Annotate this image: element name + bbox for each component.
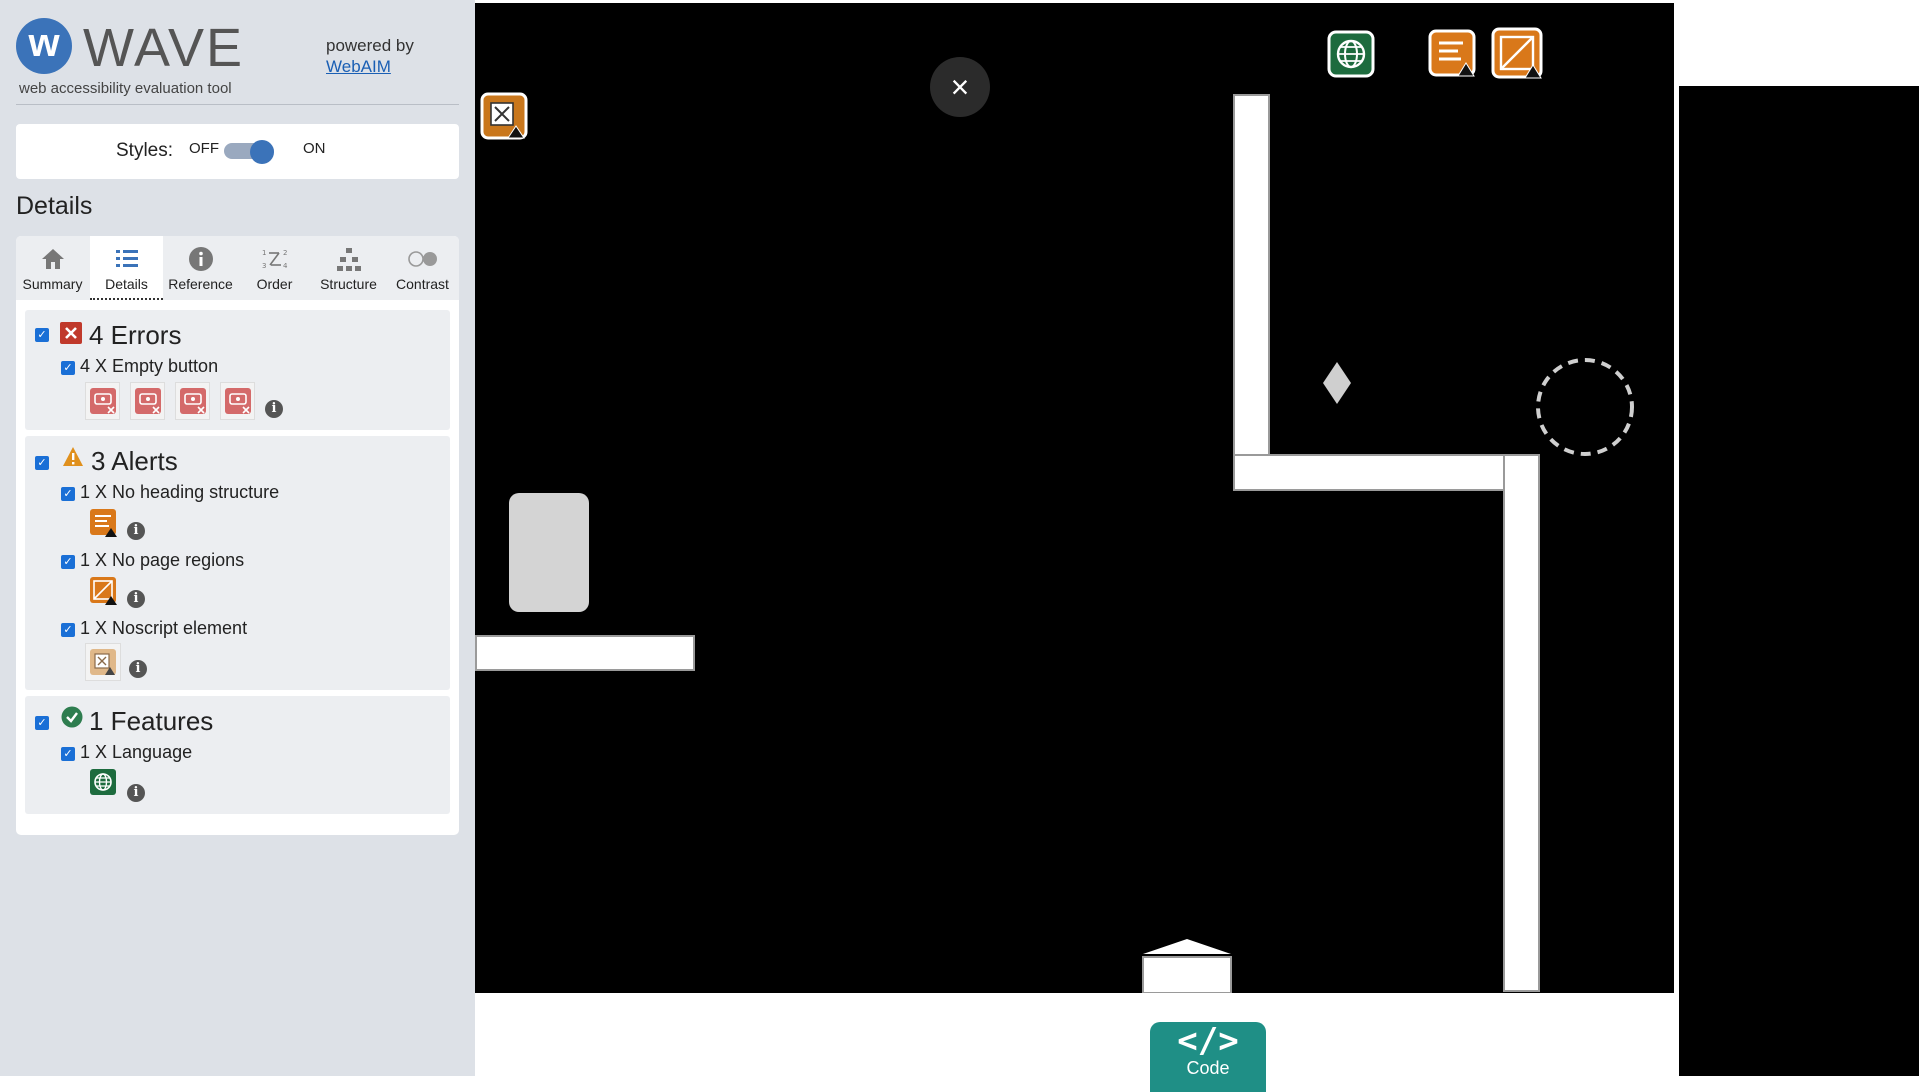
- contrast-icon: [407, 251, 437, 267]
- divider: [16, 104, 459, 105]
- no-heading-alert-icon[interactable]: [89, 508, 119, 538]
- horizontal-ledge: [1233, 454, 1506, 491]
- alerts-title: 3 Alerts: [91, 446, 178, 476]
- right-pillar: [1503, 454, 1540, 992]
- features-title: 1 Features: [89, 706, 214, 736]
- toggle-knob: [250, 140, 274, 164]
- empty-button-instance[interactable]: [85, 382, 120, 420]
- wave-logo-letter: w: [28, 21, 60, 65]
- code-icon: </>: [1177, 1021, 1239, 1061]
- regions-alert-marker-icon[interactable]: [1491, 27, 1545, 81]
- info-icon[interactable]: i: [265, 400, 283, 418]
- errors-checkbox[interactable]: ✓: [35, 328, 49, 342]
- language-marker-icon[interactable]: [1327, 30, 1375, 78]
- info-icon[interactable]: i: [127, 590, 145, 608]
- wave-logo-text: WAVE: [83, 18, 245, 78]
- tab-label: Reference: [168, 276, 233, 292]
- game-canvas[interactable]: ×: [475, 3, 1674, 993]
- info-icon[interactable]: i: [127, 784, 145, 802]
- errors-title: 4 Errors: [89, 320, 182, 350]
- list-icon: [115, 250, 138, 267]
- order-icon: 1 2 3 4: [262, 249, 288, 270]
- language-feature-icon[interactable]: [89, 768, 117, 796]
- styles-toggle-box: Styles: OFF ON: [16, 124, 459, 179]
- empty-button-error-icon: [89, 388, 116, 414]
- tab-details[interactable]: Details: [90, 236, 163, 300]
- empty-button-instance[interactable]: [175, 382, 210, 420]
- tab-order[interactable]: 1 2 3 4 Order: [238, 236, 311, 300]
- noscript-label: 1 X Noscript element: [80, 618, 248, 638]
- tab-label: Structure: [320, 276, 377, 292]
- empty-button-error-icon: [134, 388, 161, 414]
- home-pad-icon: [1142, 939, 1232, 993]
- no-regions-checkbox[interactable]: ✓: [61, 555, 75, 569]
- error-icon: [60, 322, 82, 344]
- alert-icon: [63, 447, 83, 466]
- empty-button-instance[interactable]: [130, 382, 165, 420]
- tab-bar: Summary Details Reference 1 2 3 4 Order Str…: [16, 236, 459, 300]
- structure-icon: [336, 248, 361, 271]
- no-heading-checkbox[interactable]: ✓: [61, 487, 75, 501]
- wave-sidebar: w WAVE web accessibility evaluation tool…: [0, 0, 475, 1076]
- svg-text:3: 3: [262, 262, 266, 270]
- info-icon: [188, 247, 213, 271]
- details-panel: Summary Details Reference 1 2 3 4 Order Str…: [16, 236, 459, 835]
- styles-toggle-switch[interactable]: [224, 140, 274, 164]
- page-side-region: [1679, 86, 1919, 1076]
- player-block: [509, 493, 589, 612]
- tab-label: Contrast: [396, 276, 449, 292]
- language-label: 1 X Language: [80, 742, 193, 762]
- empty-button-instance[interactable]: [220, 382, 255, 420]
- alerts-group: ✓ 3 Alerts ✓ 1 X No heading structure i …: [25, 436, 450, 690]
- check-circle-icon: [61, 706, 83, 728]
- wave-tagline: web accessibility evaluation tool: [19, 80, 232, 97]
- wave-logo[interactable]: w: [16, 18, 72, 74]
- tab-label: Order: [256, 276, 293, 292]
- tab-label: Details: [105, 276, 148, 292]
- empty-button-error-icon: [224, 388, 251, 414]
- svg-text:2: 2: [283, 249, 287, 257]
- language-checkbox[interactable]: ✓: [61, 747, 75, 761]
- noscript-instance[interactable]: [85, 643, 121, 681]
- styles-label: Styles:: [116, 140, 174, 161]
- no-regions-alert-icon[interactable]: [89, 576, 119, 606]
- empty-button-label: 4 X Empty button: [80, 356, 219, 376]
- goal-ring-icon: [1536, 358, 1634, 456]
- panel-heading: Details: [16, 192, 93, 220]
- info-icon[interactable]: i: [129, 660, 147, 678]
- empty-button-checkbox[interactable]: ✓: [61, 361, 75, 375]
- webaim-link[interactable]: WebAIM: [326, 57, 391, 76]
- info-icon[interactable]: i: [127, 522, 145, 540]
- features-group: ✓ 1 Features ✓ 1 X Language i: [25, 696, 450, 814]
- left-platform: [475, 635, 695, 671]
- powered-by-text: powered by: [326, 36, 414, 55]
- styles-off-label: OFF: [189, 140, 219, 157]
- powered-by: powered by WebAIM: [326, 35, 414, 77]
- tab-label: Summary: [22, 276, 83, 292]
- tab-structure[interactable]: Structure: [312, 236, 385, 300]
- svg-text:1: 1: [262, 249, 266, 257]
- tab-reference[interactable]: Reference: [164, 236, 237, 300]
- features-checkbox[interactable]: ✓: [35, 716, 49, 730]
- close-button[interactable]: ×: [930, 57, 990, 117]
- noscript-alert-icon: [90, 649, 116, 675]
- noscript-checkbox[interactable]: ✓: [61, 623, 75, 637]
- home-icon: [41, 249, 64, 269]
- no-heading-label: 1 X No heading structure: [80, 482, 280, 502]
- tab-summary[interactable]: Summary: [16, 236, 89, 300]
- tab-contrast[interactable]: Contrast: [386, 236, 459, 300]
- empty-button-error-icon: [179, 388, 206, 414]
- code-label: Code: [1186, 1058, 1230, 1078]
- svg-text:4: 4: [283, 262, 288, 270]
- no-regions-label: 1 X No page regions: [80, 550, 245, 570]
- noscript-marker-icon[interactable]: [480, 92, 528, 140]
- errors-group: ✓ 4 Errors ✓ 4 X Empty button i: [25, 310, 450, 430]
- vertical-wall: [1233, 94, 1270, 456]
- code-button[interactable]: </> Code: [1150, 1022, 1266, 1092]
- styles-on-label: ON: [303, 140, 326, 157]
- alerts-checkbox[interactable]: ✓: [35, 456, 49, 470]
- heading-alert-marker-icon[interactable]: [1428, 29, 1478, 79]
- diamond-icon: [1323, 362, 1351, 404]
